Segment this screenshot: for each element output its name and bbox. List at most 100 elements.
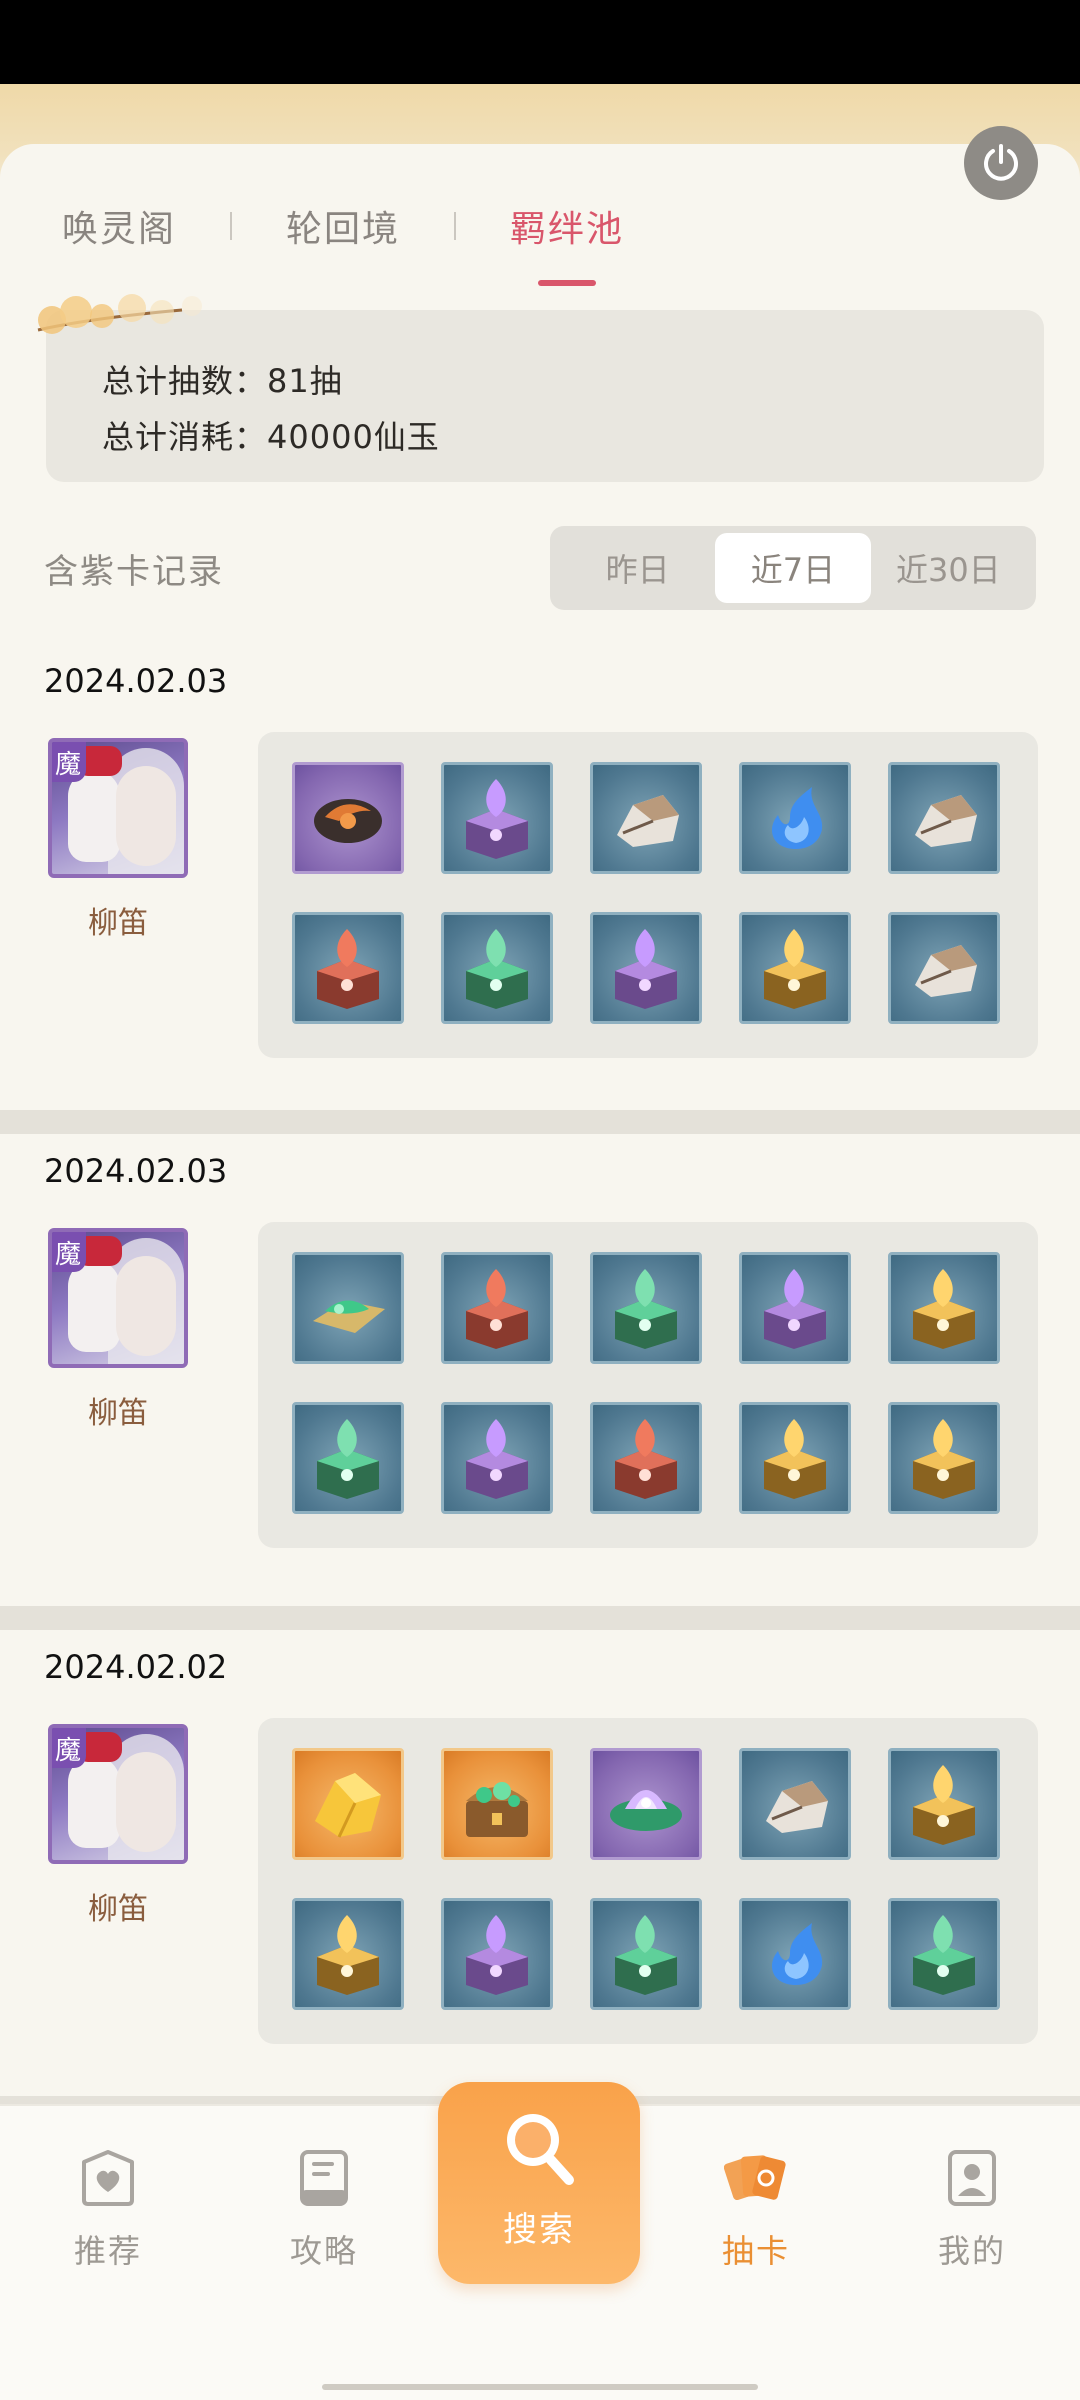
draw-item[interactable] — [739, 762, 851, 874]
draw-item[interactable] — [739, 1252, 851, 1364]
character-avatar[interactable]: 魔 — [48, 1724, 188, 1864]
draw-item[interactable] — [888, 1252, 1000, 1364]
draw-item[interactable] — [292, 912, 404, 1024]
tab-divider — [230, 212, 233, 240]
home-indicator — [322, 2384, 758, 2390]
nav-profile[interactable]: 我的 — [902, 2146, 1042, 2272]
section-divider — [0, 1606, 1080, 1630]
total-draws: 总计抽数：81抽 — [102, 362, 343, 400]
draw-item[interactable] — [441, 1748, 553, 1860]
status-bar — [0, 0, 1080, 84]
heart-card-icon — [82, 2150, 134, 2206]
draw-item[interactable] — [590, 1402, 702, 1514]
green-chest-icon — [615, 1915, 677, 1995]
draw-item[interactable] — [888, 912, 1000, 1024]
draw-item[interactable] — [292, 762, 404, 874]
draw-item[interactable] — [590, 1252, 702, 1364]
pool-tabs: 唤灵阁 轮回境 羁绊池 — [62, 200, 624, 286]
record-section: 2024.02.02 魔柳笛 — [0, 1632, 1080, 2096]
character-avatar[interactable]: 魔 — [48, 1228, 188, 1368]
draw-item[interactable] — [590, 1898, 702, 2010]
tab-jibanchi[interactable]: 羁绊池 — [510, 200, 624, 286]
green-chest-icon — [317, 1419, 379, 1499]
draw-item[interactable] — [441, 1898, 553, 2010]
draw-item[interactable] — [441, 1252, 553, 1364]
gold-ingot-icon — [315, 1773, 381, 1838]
nav-guide-label: 攻略 — [289, 2232, 358, 2270]
demon-badge: 魔 — [52, 1232, 86, 1272]
rock-icon — [915, 795, 977, 847]
search-button-label: 搜索 — [503, 2210, 575, 2250]
rock-icon — [617, 795, 679, 847]
filter-7-days[interactable]: 近7日 — [715, 533, 871, 603]
tab-lunhuijing[interactable]: 轮回境 — [286, 200, 400, 252]
guide-book-icon — [300, 2150, 348, 2206]
draw-item[interactable] — [888, 1748, 1000, 1860]
draw-item[interactable] — [590, 762, 702, 874]
gold-chest-icon — [913, 1765, 975, 1845]
draw-item[interactable] — [590, 1748, 702, 1860]
purple-chest-icon — [764, 1269, 826, 1349]
red-chest-icon — [615, 1419, 677, 1499]
draw-item[interactable] — [888, 1402, 1000, 1514]
red-chest-icon — [317, 929, 379, 1009]
draw-item[interactable] — [888, 1898, 1000, 2010]
draw-item[interactable] — [441, 912, 553, 1024]
rock-icon — [915, 945, 977, 997]
draw-item[interactable] — [292, 1748, 404, 1860]
draw-result-grid — [258, 732, 1038, 1058]
nav-recommend[interactable]: 推荐 — [38, 2146, 178, 2272]
purple-chest-icon — [615, 929, 677, 1009]
nav-draw[interactable]: 抽卡 — [686, 2146, 826, 2272]
blue-flame-icon — [772, 1923, 823, 1985]
search-button[interactable]: 搜索 — [438, 2082, 640, 2284]
draw-item[interactable] — [739, 912, 851, 1024]
green-chest-icon — [615, 1269, 677, 1349]
draw-item[interactable] — [739, 1898, 851, 2010]
nav-draw-label: 抽卡 — [721, 2232, 790, 2270]
draw-item[interactable] — [441, 762, 553, 874]
gold-chest-icon — [764, 929, 826, 1009]
rock-icon — [766, 1781, 828, 1833]
draw-item[interactable] — [739, 1748, 851, 1860]
purple-chest-icon — [466, 1419, 528, 1499]
draw-item[interactable] — [590, 912, 702, 1024]
character-avatar[interactable]: 魔 — [48, 738, 188, 878]
draw-item[interactable] — [292, 1898, 404, 2010]
power-button[interactable] — [964, 126, 1038, 200]
gold-chest-icon — [913, 1419, 975, 1499]
dark-stone-icon — [314, 799, 382, 843]
section-divider — [0, 1110, 1080, 1134]
character-name: 柳笛 — [88, 1892, 148, 1927]
tab-divider — [454, 212, 457, 240]
gold-chest-icon — [317, 1915, 379, 1995]
purple-chest-icon — [466, 779, 528, 859]
nav-profile-label: 我的 — [937, 2232, 1006, 2270]
draw-item[interactable] — [292, 1402, 404, 1514]
nav-guide[interactable]: 攻略 — [254, 2146, 394, 2272]
search-icon — [507, 2114, 574, 2185]
character-name: 柳笛 — [88, 906, 148, 941]
blossom-decoration-icon — [37, 294, 202, 334]
draw-item[interactable] — [739, 1402, 851, 1514]
filter-yesterday[interactable]: 昨日 — [560, 533, 715, 603]
draw-item[interactable] — [441, 1402, 553, 1514]
green-chest-icon — [913, 1915, 975, 1995]
date-range-filter: 昨日 近7日 近30日 — [550, 526, 1036, 610]
draw-item[interactable] — [292, 1252, 404, 1364]
section-title: 含紫卡记录 — [44, 551, 224, 592]
red-chest-icon — [466, 1269, 528, 1349]
blue-flame-icon — [772, 787, 823, 849]
tab-huanlingge[interactable]: 唤灵阁 — [62, 200, 176, 252]
draw-result-grid — [258, 1222, 1038, 1548]
character-name: 柳笛 — [88, 1396, 148, 1431]
filter-30-days[interactable]: 近30日 — [871, 533, 1026, 603]
demon-badge: 魔 — [52, 742, 86, 782]
gold-chest-icon — [764, 1419, 826, 1499]
record-section: 2024.02.03 魔柳笛 — [0, 1136, 1080, 1600]
draw-item[interactable] — [888, 762, 1000, 874]
record-date: 2024.02.02 — [44, 1648, 228, 1686]
draw-result-grid — [258, 1718, 1038, 2044]
treasure-chest-icon — [466, 1782, 528, 1837]
nav-recommend-label: 推荐 — [73, 2232, 142, 2270]
